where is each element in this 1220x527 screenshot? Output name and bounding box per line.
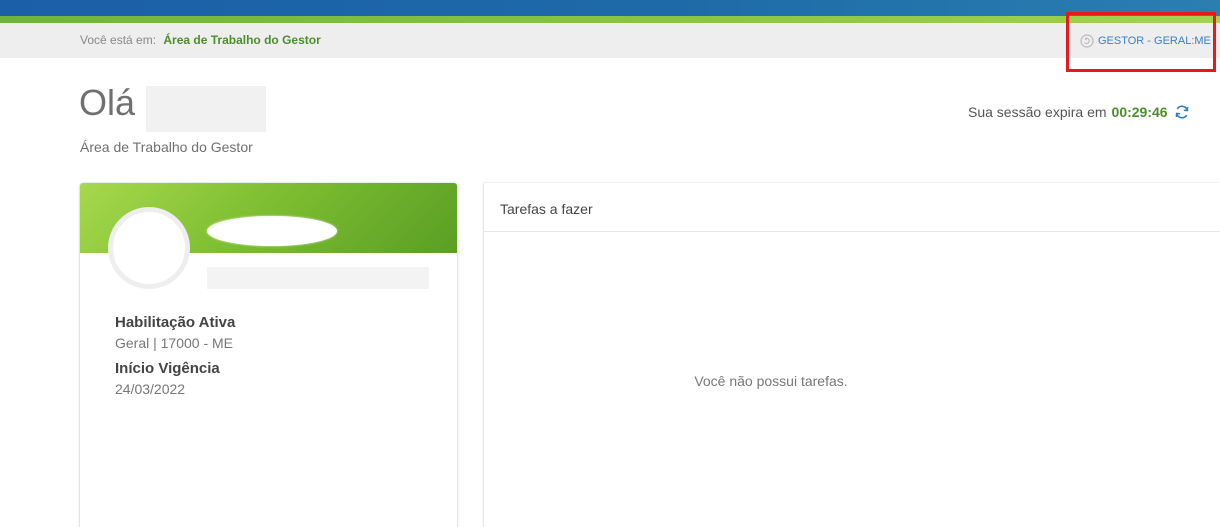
tasks-title: Tarefas a fazer [500,201,593,217]
profile-card-body: Habilitação Ativa Geral | 17000 - ME Iní… [115,313,235,405]
profile-card: Habilitação Ativa Geral | 17000 - ME Iní… [80,183,457,527]
refresh-icon[interactable] [1174,104,1190,120]
habilitacao-value: Geral | 17000 - ME [115,335,234,351]
tasks-empty-message: Você não possui tarefas. [694,373,848,389]
breadcrumb-prefix: Você está em: [80,33,157,47]
greeting-title: Olá [79,82,136,123]
annotation-highlight-box [1066,12,1216,72]
vigencia-label: Início Vigência [115,360,220,377]
habilitacao-label: Habilitação Ativa [115,314,236,331]
session-time: 00:29:46 [1111,104,1168,120]
top-brand-accent-stripe [0,16,1220,23]
breadcrumb-current[interactable]: Área de Trabalho do Gestor [163,33,320,47]
tasks-panel-header: Tarefas a fazer [484,183,1220,232]
session-label: Sua sessão expira em [968,104,1107,120]
vigencia-value: 24/03/2022 [115,381,186,397]
breadcrumb: Você está em: Área de Trabalho do Gestor [80,33,321,47]
page-subtitle: Área de Trabalho do Gestor [80,139,253,155]
avatar [108,207,190,289]
redacted-profile-detail [207,267,429,289]
redacted-user-name [146,86,266,132]
tasks-panel: Tarefas a fazer Você não possui tarefas. [484,183,1220,527]
session-timer: Sua sessão expira em 00:29:46 [968,104,1190,120]
redacted-profile-name [207,216,337,246]
